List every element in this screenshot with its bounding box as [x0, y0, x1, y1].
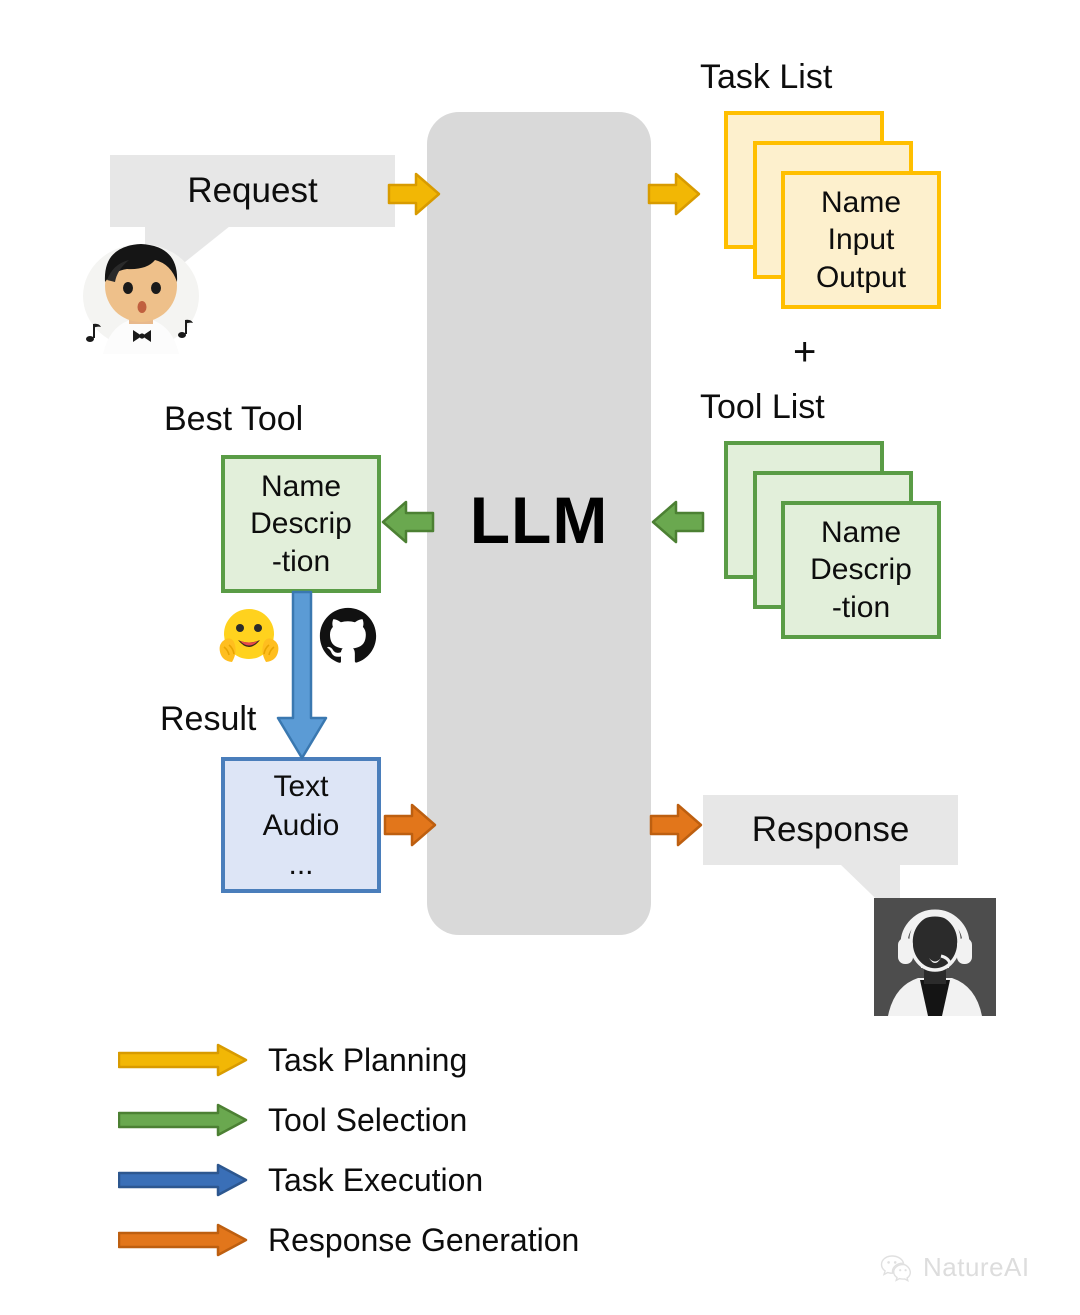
result-title: Result — [160, 700, 257, 738]
llm-label: LLM — [469, 483, 609, 557]
plus-symbol: + — [793, 330, 817, 374]
arrow-task-planning-out — [647, 172, 701, 216]
legend-label-task-planning: Task Planning — [268, 1041, 468, 1078]
result-card: Text Audio ... — [221, 757, 381, 893]
wechat-icon — [880, 1254, 912, 1282]
legend-label-task-execution: Task Execution — [268, 1161, 484, 1198]
task-card-line-1: Name — [820, 185, 902, 219]
task-card-front: Name Input Output — [781, 171, 941, 309]
task-card-line-3: Output — [815, 260, 907, 294]
best-tool-card: Name Descrip -tion — [221, 455, 381, 593]
arrow-tool-selection-out — [381, 500, 435, 544]
best-tool-line-3: -tion — [271, 544, 331, 578]
tool-list-title: Tool List — [700, 388, 825, 426]
user-avatar — [73, 224, 209, 354]
best-tool-line-2: Descrip — [250, 507, 352, 541]
best-tool-title: Best Tool — [164, 400, 304, 438]
task-card-line-2: Input — [827, 223, 895, 257]
result-line-1: Text — [273, 769, 329, 803]
tool-card-line-3: -tion — [831, 590, 891, 624]
tool-list-stack: Name Descrip -tion — [724, 441, 941, 641]
response-speech-bubble: Response — [703, 795, 958, 865]
task-list-stack: Name Input Output — [724, 111, 941, 311]
legend-item-response-generation: Response Generation — [118, 1210, 738, 1270]
tool-card-front: Name Descrip -tion — [781, 501, 941, 639]
arrow-tool-selection-in — [651, 500, 705, 544]
tool-card-line-1: Name — [820, 515, 902, 549]
legend-arrow-task-execution — [118, 1163, 248, 1197]
legend-label-tool-selection: Tool Selection — [268, 1101, 468, 1138]
result-line-3: ... — [288, 847, 314, 881]
watermark-text: NatureAI — [923, 1252, 1030, 1282]
arrow-task-execution — [276, 590, 328, 760]
request-speech-bubble: Request — [110, 155, 395, 227]
legend-arrow-tool-selection — [118, 1103, 248, 1137]
hugging-face-icon — [216, 607, 282, 667]
legend-arrow-response-generation — [118, 1223, 248, 1257]
agent-avatar — [874, 898, 996, 1016]
legend-arrow-task-planning — [118, 1043, 248, 1077]
arrow-response-generation-in — [383, 803, 437, 847]
arrow-task-planning-in — [387, 172, 441, 216]
tool-card-line-2: Descrip — [810, 553, 912, 587]
arrow-response-generation-out — [649, 803, 703, 847]
watermark: NatureAI — [880, 1252, 1030, 1283]
legend-item-task-planning: Task Planning — [118, 1030, 738, 1090]
legend-item-task-execution: Task Execution — [118, 1150, 738, 1210]
task-list-title: Task List — [700, 58, 833, 96]
legend: Task Planning Tool Selection Task Execut… — [118, 1030, 738, 1270]
result-line-2: Audio — [262, 808, 340, 842]
request-text: Request — [187, 171, 318, 210]
legend-label-response-generation: Response Generation — [268, 1221, 580, 1258]
legend-item-tool-selection: Tool Selection — [118, 1090, 738, 1150]
response-text: Response — [751, 810, 910, 849]
best-tool-line-1: Name — [260, 469, 342, 503]
